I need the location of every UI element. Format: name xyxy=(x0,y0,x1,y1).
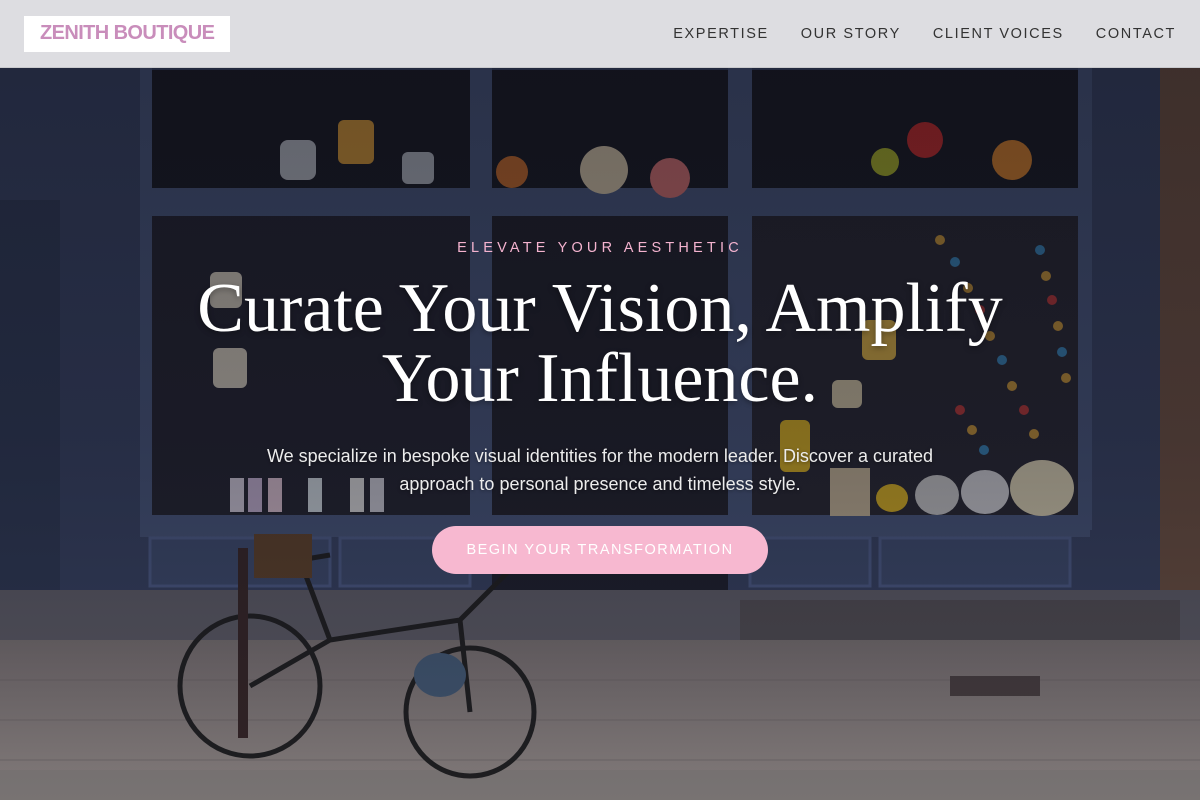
nav-link-our-story[interactable]: OUR STORY xyxy=(801,26,901,42)
main-nav: EXPERTISE OUR STORY CLIENT VOICES CONTAC… xyxy=(673,26,1176,42)
hero-eyebrow: ELEVATE YOUR AESTHETIC xyxy=(457,240,743,256)
brand-logo[interactable]: ZENITH BOUTIQUE xyxy=(24,15,231,52)
site-header: ZENITH BOUTIQUE EXPERTISE OUR STORY CLIE… xyxy=(0,0,1200,68)
nav-link-expertise[interactable]: EXPERTISE xyxy=(673,26,769,42)
begin-transformation-button[interactable]: BEGIN YOUR TRANSFORMATION xyxy=(432,526,768,574)
nav-link-client-voices[interactable]: CLIENT VOICES xyxy=(933,26,1064,42)
hero-subtext: We specialize in bespoke visual identiti… xyxy=(266,446,934,494)
hero-section: ELEVATE YOUR AESTHETIC Curate Your Visio… xyxy=(0,0,1200,800)
hero-headline: Curate Your Vision, Amplify Your Influen… xyxy=(197,270,1003,417)
nav-link-contact[interactable]: CONTACT xyxy=(1096,26,1176,42)
